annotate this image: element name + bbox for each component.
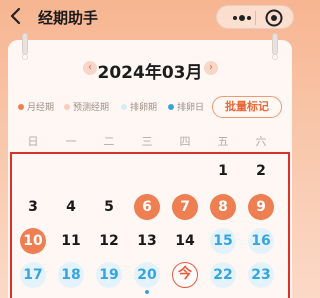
capsule-divider xyxy=(255,11,256,25)
legend-predicted-period: 预测经期 xyxy=(64,100,109,113)
calendar-day[interactable]: 20 xyxy=(134,262,160,288)
fertile-dot-icon xyxy=(121,103,127,110)
calendar-day[interactable]: 17 xyxy=(20,262,46,288)
calendar-day[interactable]: 15 xyxy=(210,228,236,254)
calendar-day[interactable]: 23 xyxy=(248,262,274,288)
mini-program-capsule xyxy=(216,5,294,29)
calendar-day[interactable]: 6 xyxy=(134,194,160,220)
close-icon[interactable] xyxy=(264,8,284,28)
calendar-day[interactable]: 11 xyxy=(58,228,84,254)
legend-period: 月经期 xyxy=(18,100,54,113)
weekday-label: 一 xyxy=(65,135,77,148)
back-icon[interactable] xyxy=(8,6,24,26)
month-title: 2024年03月 xyxy=(97,63,203,83)
calendar-day[interactable]: 1 xyxy=(210,158,236,184)
weekday-label: 六 xyxy=(255,135,267,148)
next-month-icon[interactable]: › xyxy=(204,61,218,75)
calendar-day[interactable]: 13 xyxy=(134,228,160,254)
binder-ring-left xyxy=(22,33,28,60)
calendar-day[interactable]: 14 xyxy=(172,228,198,254)
page-title: 经期助手 xyxy=(38,9,99,27)
binder-ring-right xyxy=(272,33,278,60)
weekday-label: 二 xyxy=(103,135,115,148)
legend-ovulation-day: 排卵日 xyxy=(168,100,204,113)
calendar-day[interactable]: 7 xyxy=(172,194,198,220)
ovulation-dot-icon xyxy=(145,290,149,294)
more-icon[interactable] xyxy=(229,9,255,27)
weekday-label: 日 xyxy=(27,135,39,148)
calendar-day-today[interactable]: 今 xyxy=(172,262,198,288)
ovulation-dot-icon xyxy=(168,103,174,110)
calendar-day[interactable]: 9 xyxy=(248,194,274,220)
calendar-day[interactable]: 22 xyxy=(210,262,236,288)
calendar-day[interactable]: 8 xyxy=(210,194,236,220)
predicted-dot-icon xyxy=(64,103,70,110)
batch-mark-button[interactable]: 批量标记 xyxy=(212,96,282,118)
calendar-day[interactable]: 19 xyxy=(96,262,122,288)
nav-bar: 经期助手 xyxy=(0,0,300,34)
prev-month-icon[interactable]: ‹ xyxy=(83,61,97,75)
weekday-label: 四 xyxy=(179,135,191,148)
weekday-label: 五 xyxy=(217,135,229,148)
weekday-label: 三 xyxy=(141,135,153,148)
calendar-day[interactable]: 4 xyxy=(58,194,84,220)
period-dot-icon xyxy=(18,103,24,110)
calendar-day[interactable]: 10 xyxy=(20,228,46,254)
weekday-header: 日 一 二 三 四 五 六 xyxy=(14,133,286,149)
calendar-day[interactable]: 18 xyxy=(58,262,84,288)
calendar-day[interactable]: 5 xyxy=(96,194,122,220)
calendar-day[interactable]: 2 xyxy=(248,158,274,184)
month-navigator: 2024年03月 ‹ › xyxy=(0,58,300,83)
legend-fertile-window: 排卵期 xyxy=(121,100,157,113)
calendar-day[interactable]: 3 xyxy=(20,194,46,220)
calendar-day[interactable]: 16 xyxy=(248,228,274,254)
calendar-day[interactable]: 12 xyxy=(96,228,122,254)
